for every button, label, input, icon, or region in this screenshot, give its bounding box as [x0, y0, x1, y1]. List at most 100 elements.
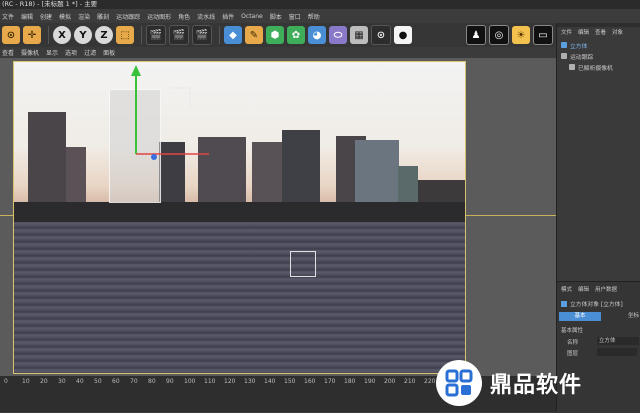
- object-item-motion-tracker[interactable]: 运动跟踪: [561, 51, 637, 61]
- attribute-title: 立方体对象 [立方体]: [561, 299, 623, 308]
- menu-file[interactable]: 文件: [2, 12, 14, 21]
- menu-motion-tracking[interactable]: 运动跟踪: [116, 12, 140, 21]
- motion-tracker-icon: [561, 53, 567, 59]
- main-toolbar: ⊙ ✛ X Y Z ⬚ 🎬 🎬 🎬 ◆ ✎ ⬢ ✿ ◕ ⬭ ▦ ⊙ ● ♟ ◎ …: [0, 23, 556, 47]
- attribute-menu: 模式 编辑 用户数据: [561, 285, 617, 293]
- cloner-icon[interactable]: ✿: [287, 26, 305, 44]
- menu-simulate[interactable]: 模拟: [59, 12, 71, 21]
- sun-icon[interactable]: ☀: [512, 26, 530, 44]
- cube-icon[interactable]: ◆: [224, 26, 242, 44]
- tick-label: 100: [184, 378, 196, 385]
- menu-plugins[interactable]: 插件: [222, 12, 234, 21]
- tab-basic[interactable]: 基本: [559, 312, 601, 321]
- axis-y-label: Y: [79, 29, 87, 41]
- om-menu-file[interactable]: 文件: [561, 28, 572, 36]
- menu-help[interactable]: 帮助: [308, 12, 320, 21]
- menu-script[interactable]: 脚本: [270, 12, 282, 21]
- target-icon[interactable]: ◎: [489, 25, 509, 45]
- viewport-menu-view[interactable]: 查看: [2, 48, 14, 57]
- viewport-menu: 查看 摄像机 显示 选项 过滤 面板: [0, 47, 556, 58]
- field-icon[interactable]: ⬭: [329, 26, 347, 44]
- menu-character[interactable]: 角色: [178, 12, 190, 21]
- name-field[interactable]: 立方体: [597, 337, 639, 345]
- tab-basic-label: 基本: [574, 313, 586, 319]
- user-profile-icon[interactable]: ♟: [466, 25, 486, 45]
- menu-sculpt[interactable]: 雕刻: [97, 12, 109, 21]
- building: [398, 166, 418, 202]
- menu-window[interactable]: 窗口: [289, 12, 301, 21]
- coordinate-system-icon[interactable]: ⬚: [116, 26, 134, 44]
- z-axis-handle[interactable]: [151, 154, 157, 160]
- toolbar-separator: [219, 26, 220, 44]
- building: [28, 112, 66, 202]
- menu-mograph[interactable]: 运动图形: [147, 12, 171, 21]
- toolbar-separator: [48, 26, 49, 44]
- water-area: [14, 212, 465, 373]
- tick-label: 180: [344, 378, 356, 385]
- menu-create[interactable]: 创建: [40, 12, 52, 21]
- window-title-bar: (RC - R18) - [未标题 1 *] - 主要: [0, 0, 640, 9]
- light-icon[interactable]: ●: [394, 26, 412, 44]
- camera-icon: [569, 64, 575, 70]
- toolbar-separator: [141, 26, 142, 44]
- layout-icon[interactable]: ▭: [533, 25, 553, 45]
- building: [66, 147, 86, 202]
- menu-render[interactable]: 渲染: [78, 12, 90, 21]
- section-title: 基本属性: [561, 328, 584, 334]
- tab-coordinates-label: 坐标: [627, 313, 639, 319]
- move-gizmo[interactable]: [124, 62, 244, 232]
- building: [418, 180, 465, 202]
- tick-label: 200: [384, 378, 396, 385]
- render-picture-viewer-icon[interactable]: 🎬: [169, 25, 189, 45]
- render-view-icon[interactable]: 🎬: [146, 25, 166, 45]
- tick-label: 110: [204, 378, 216, 385]
- viewport-menu-camera[interactable]: 摄像机: [21, 48, 39, 57]
- brand-logo-mark: [445, 369, 473, 396]
- object-item-solved-camera[interactable]: 已解析摄像机: [569, 62, 640, 72]
- om-menu-object[interactable]: 对象: [612, 28, 623, 36]
- attr-menu-edit[interactable]: 编辑: [578, 285, 589, 293]
- tick-label: 60: [112, 378, 120, 385]
- cube-icon: [561, 42, 567, 48]
- tab-coordinates[interactable]: 坐标: [601, 312, 639, 321]
- building: [355, 140, 399, 202]
- menu-octane[interactable]: Octane: [241, 13, 263, 20]
- camera-icon[interactable]: ⊙: [371, 25, 391, 45]
- tick-label: 20: [40, 378, 48, 385]
- render-settings-icon[interactable]: 🎬: [192, 25, 212, 45]
- tick-label: 120: [224, 378, 236, 385]
- axis-y-button[interactable]: Y: [74, 26, 92, 44]
- attr-menu-userdata[interactable]: 用户数据: [595, 285, 617, 293]
- viewport-menu-options[interactable]: 选项: [65, 48, 77, 57]
- pen-spline-icon[interactable]: ✎: [245, 26, 263, 44]
- om-menu-view[interactable]: 查看: [595, 28, 606, 36]
- deformer-icon[interactable]: ◕: [308, 26, 326, 44]
- subdivision-icon[interactable]: ⬢: [266, 26, 284, 44]
- viewport-menu-panel[interactable]: 面板: [103, 48, 115, 57]
- y-axis-arrow[interactable]: [131, 65, 141, 76]
- attribute-object-title: 立方体对象 [立方体]: [570, 302, 623, 308]
- camera-corner-guide: [170, 87, 191, 108]
- object-item-cube[interactable]: 立方体: [561, 40, 637, 50]
- menu-pipeline[interactable]: 流水线: [197, 12, 215, 21]
- axis-z-button[interactable]: Z: [95, 26, 113, 44]
- om-menu-edit[interactable]: 编辑: [578, 28, 589, 36]
- building: [282, 130, 320, 202]
- window-title: (RC - R18) - [未标题 1 *] - 主要: [2, 0, 98, 8]
- 3d-viewport[interactable]: [0, 58, 556, 376]
- viewport-menu-filter[interactable]: 过滤: [84, 48, 96, 57]
- live-selection-icon[interactable]: ⊙: [2, 26, 20, 44]
- tick-label: 80: [148, 378, 156, 385]
- watermark-text: 鼎品软件: [490, 372, 583, 398]
- floor-plane-icon[interactable]: ▦: [350, 26, 368, 44]
- attr-menu-mode[interactable]: 模式: [561, 285, 572, 293]
- menu-edit[interactable]: 编辑: [21, 12, 33, 21]
- tick-label: 90: [166, 378, 174, 385]
- viewport-menu-display[interactable]: 显示: [46, 48, 58, 57]
- tracking-marker[interactable]: [290, 251, 316, 277]
- tick-label: 150: [284, 378, 296, 385]
- name-label: 名称: [567, 340, 579, 346]
- object-name: 已解析摄像机: [578, 65, 613, 72]
- axis-x-button[interactable]: X: [53, 26, 71, 44]
- move-icon[interactable]: ✛: [23, 26, 41, 44]
